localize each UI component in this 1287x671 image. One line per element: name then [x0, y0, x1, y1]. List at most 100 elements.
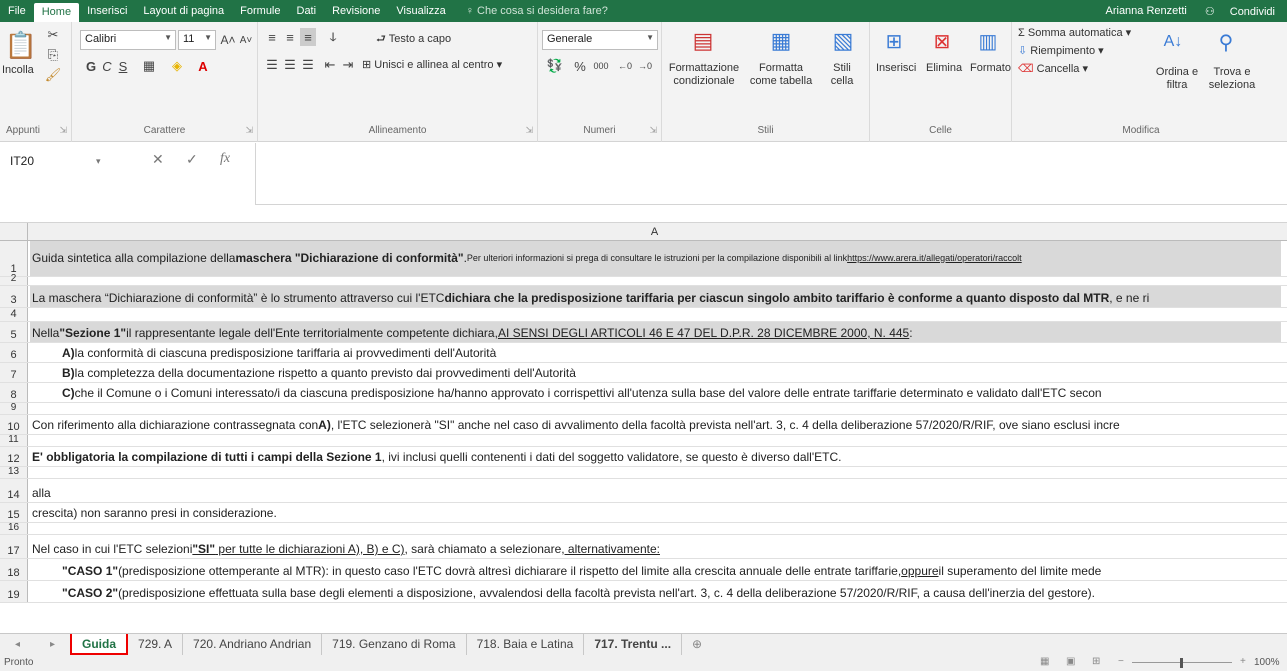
sheet-tab-guida[interactable]: Guida: [70, 634, 129, 655]
sort-filter-icon[interactable]: A↓: [1160, 28, 1186, 56]
tab-file[interactable]: File: [0, 0, 34, 22]
decrease-decimal-icon[interactable]: →0: [636, 56, 654, 76]
row-header[interactable]: 3: [0, 286, 28, 307]
row-header[interactable]: 19: [0, 581, 28, 602]
row-header[interactable]: 2: [0, 273, 28, 285]
find-icon[interactable]: ⚲: [1212, 28, 1240, 56]
copy-icon[interactable]: ⎘: [44, 46, 62, 64]
conditional-format-icon[interactable]: ▤: [688, 26, 718, 56]
clear-button[interactable]: ⌫ Cancella ▾: [1018, 62, 1088, 75]
zoom-level[interactable]: 100%: [1254, 657, 1280, 668]
tell-me-box[interactable]: ♀ Che cosa si desidera fare?: [454, 0, 616, 22]
sheet-tab[interactable]: 718. Baia e Latina: [467, 634, 585, 655]
zoom-slider-thumb[interactable]: [1180, 658, 1183, 668]
normal-view-icon[interactable]: ▦: [1040, 656, 1049, 667]
orientation-icon[interactable]: ↆ: [322, 28, 344, 46]
paste-button[interactable]: Incolla: [2, 64, 34, 76]
align-middle-icon[interactable]: ≡: [282, 28, 298, 46]
sort-filter-button[interactable]: Ordina e filtra: [1152, 66, 1202, 92]
align-bottom-icon[interactable]: ≡: [300, 28, 316, 46]
next-sheet-icon[interactable]: ▸: [50, 639, 55, 650]
wrap-text-button[interactable]: ⮐ Testo a capo: [376, 30, 451, 49]
formula-input[interactable]: [255, 143, 1287, 205]
tab-insert[interactable]: Inserisci: [79, 0, 135, 22]
row-header[interactable]: 13: [0, 466, 28, 478]
row-header[interactable]: 14: [0, 479, 28, 502]
borders-icon[interactable]: ▦: [140, 56, 158, 76]
cut-icon[interactable]: ✂: [44, 26, 62, 44]
cell[interactable]: Con riferimento alla dichiarazione contr…: [30, 415, 1281, 434]
increase-font-icon[interactable]: A˄: [220, 30, 236, 50]
sheet-tab[interactable]: 717. Trentu ...: [584, 634, 683, 655]
cell[interactable]: C) che il Comune o i Comuni interessato/…: [30, 383, 1281, 402]
row-header[interactable]: 6: [0, 343, 28, 362]
row-header[interactable]: 10: [0, 415, 28, 434]
page-layout-view-icon[interactable]: ▣: [1066, 656, 1075, 667]
cancel-icon[interactable]: ✕: [152, 151, 164, 168]
tab-view[interactable]: Visualizza: [388, 0, 453, 22]
currency-icon[interactable]: 💱: [542, 56, 568, 76]
row-header[interactable]: 18: [0, 559, 28, 580]
row-header[interactable]: 1: [0, 241, 28, 276]
sheet-tab[interactable]: 719. Genzano di Roma: [322, 634, 467, 655]
tab-review[interactable]: Revisione: [324, 0, 388, 22]
decrease-font-icon[interactable]: A˅: [238, 30, 254, 50]
function-icon[interactable]: fx: [220, 151, 230, 167]
align-left-icon[interactable]: ☰: [264, 56, 280, 74]
zoom-in-icon[interactable]: +: [1240, 656, 1246, 667]
row-header[interactable]: 9: [0, 402, 28, 414]
tab-data[interactable]: Dati: [289, 0, 325, 22]
font-color-icon[interactable]: A: [194, 56, 212, 76]
format-cells-button[interactable]: Formato: [970, 62, 1011, 74]
paste-icon[interactable]: 📋: [5, 28, 37, 62]
format-table-icon[interactable]: ▦: [766, 26, 796, 56]
format-cells-icon[interactable]: ▥: [974, 26, 1002, 56]
cell[interactable]: Nel caso in cui l'ETC selezioni "SI" per…: [30, 535, 1281, 558]
decrease-indent-icon[interactable]: ⇤: [322, 56, 338, 74]
share-button[interactable]: ⚇ Condividi: [1193, 5, 1287, 18]
cell[interactable]: La maschera “Dichiarazione di conformità…: [30, 286, 1281, 307]
row-header[interactable]: 16: [0, 522, 28, 534]
name-box-dropdown-icon[interactable]: ▾: [96, 156, 101, 167]
font-launcher-icon[interactable]: ⇲: [245, 125, 253, 136]
percent-icon[interactable]: %: [572, 56, 588, 76]
cell[interactable]: Nella "Sezione 1" il rappresentante lega…: [30, 322, 1281, 342]
prev-sheet-icon[interactable]: ◂: [15, 639, 20, 650]
conditional-format-button[interactable]: Formattazione condizionale: [666, 62, 742, 88]
sheet-tab[interactable]: 729. A: [128, 634, 184, 655]
delete-cells-icon[interactable]: ⊠: [928, 26, 956, 56]
select-all-corner[interactable]: [0, 223, 28, 241]
insert-cells-icon[interactable]: ⊞: [880, 26, 908, 56]
increase-indent-icon[interactable]: ⇥: [340, 56, 356, 74]
row-header[interactable]: 5: [0, 322, 28, 342]
bold-icon[interactable]: G: [84, 56, 98, 76]
row-header[interactable]: 4: [0, 308, 28, 321]
cell-styles-button[interactable]: Stili cella: [822, 62, 862, 88]
row-header[interactable]: 12: [0, 447, 28, 466]
worksheet-grid[interactable]: 1 Guida sintetica alla compilazione dell…: [0, 241, 1287, 633]
delete-cells-button[interactable]: Elimina: [926, 62, 962, 74]
align-center-icon[interactable]: ☰: [282, 56, 298, 74]
fill-color-icon[interactable]: ◈: [168, 56, 186, 76]
add-sheet-icon[interactable]: ⊕: [682, 634, 712, 655]
enter-icon[interactable]: ✓: [186, 151, 198, 168]
row-header[interactable]: 17: [0, 535, 28, 558]
row-header[interactable]: 15: [0, 503, 28, 522]
underline-icon[interactable]: S: [116, 56, 130, 76]
increase-decimal-icon[interactable]: ←0: [616, 56, 634, 76]
tab-page-layout[interactable]: Layout di pagina: [135, 0, 232, 22]
cell[interactable]: "CASO 1" (predisposizione ottemperante a…: [30, 559, 1281, 580]
zoom-out-icon[interactable]: −: [1118, 656, 1124, 667]
cell[interactable]: "CASO 2" (predisposizione effettuata sul…: [30, 581, 1281, 602]
font-size-combo[interactable]: 11 ▼: [178, 30, 216, 50]
cell[interactable]: Guida sintetica alla compilazione della …: [30, 241, 1281, 276]
format-painter-icon[interactable]: 🖌: [44, 66, 62, 84]
find-select-button[interactable]: Trova e seleziona: [1204, 66, 1260, 92]
sheet-tab[interactable]: 720. Andriano Andrian: [183, 634, 323, 655]
tab-formulas[interactable]: Formule: [232, 0, 288, 22]
cell[interactable]: B) la completezza della documentazione r…: [30, 363, 1281, 382]
page-break-view-icon[interactable]: ⊞: [1092, 656, 1100, 667]
number-format-combo[interactable]: Generale ▼: [542, 30, 658, 50]
clipboard-launcher-icon[interactable]: ⇲: [59, 125, 67, 136]
column-header-a[interactable]: A: [28, 223, 1281, 241]
